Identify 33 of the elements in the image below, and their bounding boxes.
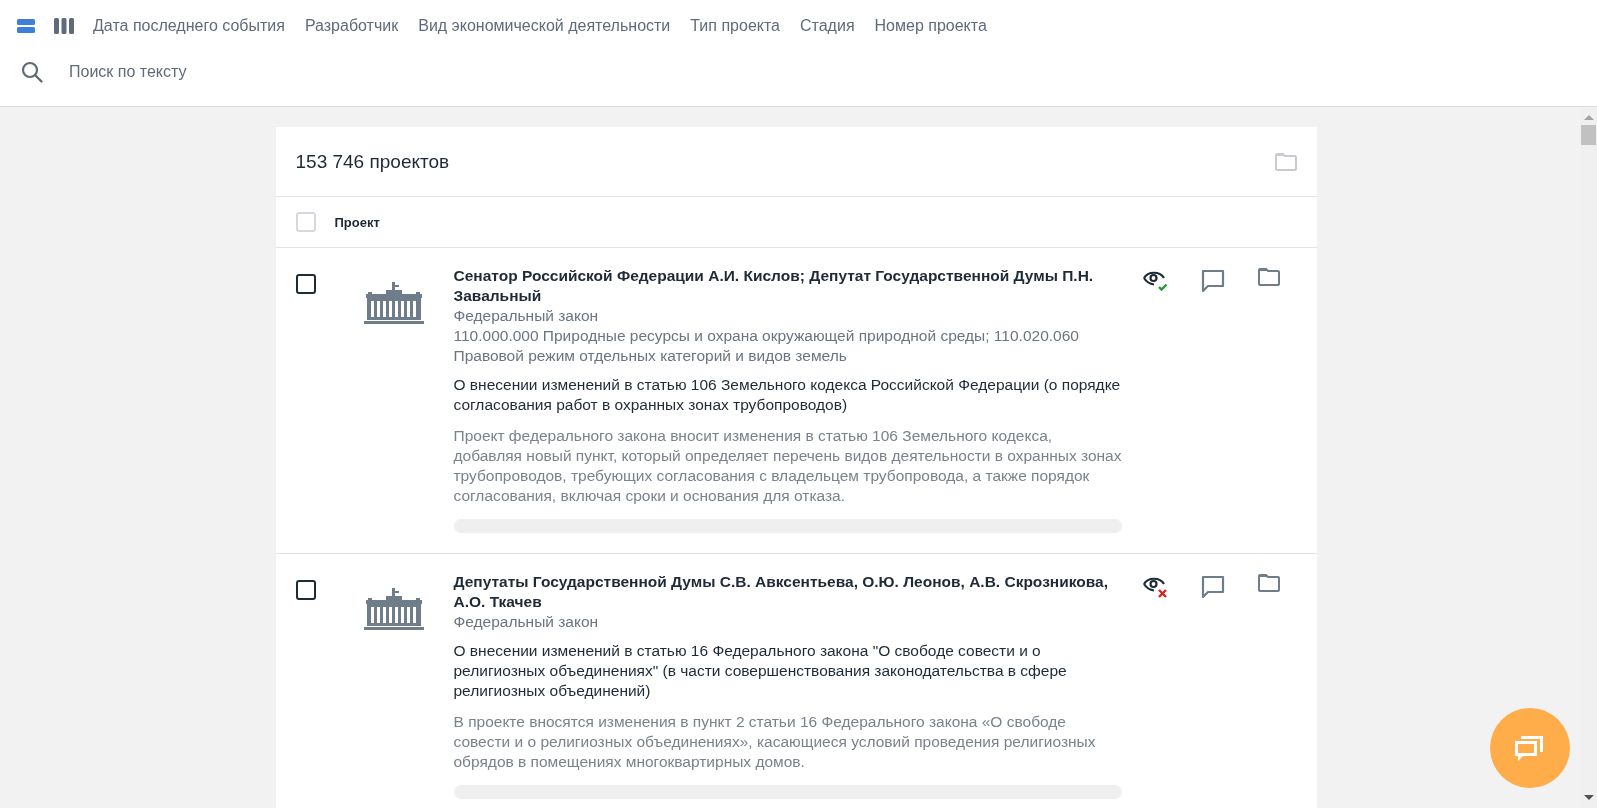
filter-link[interactable]: Вид экономической деятельности [418, 17, 671, 35]
project-title[interactable]: О внесении изменений в статью 106 Земельного кодекса Российской Федерации (о порядке согласования работ в охранных зонах трубопроводов) [453, 375, 1122, 415]
project-type: Федеральный закон [453, 612, 600, 632]
row-checkbox[interactable] [295, 580, 316, 600]
search-field[interactable]: Поиск по тексту [67, 62, 467, 82]
scroll-up-arrow-icon[interactable] [1583, 115, 1594, 120]
filter-link[interactable]: Дата последнего события [93, 17, 285, 35]
folder-icon[interactable] [1257, 574, 1280, 592]
row-checkbox[interactable] [295, 274, 316, 294]
project-summary: Проект федерального закона вносит изменения в статью 106 Земельного кодекса, добавляя новый пункт, который определяет перечень видов деятельности в охранных зонах трубопроводов, требующих согласования с владельцем трубопровода, а также порядок согласования, включая сроки и основания для отказа. [453, 426, 1122, 506]
scrollbar-thumb[interactable] [1581, 125, 1596, 145]
filter-link[interactable]: Разработчик [304, 17, 399, 35]
search-icon[interactable] [21, 61, 43, 83]
projects-count: 153 746 проектов [295, 150, 450, 173]
building-icon [363, 282, 424, 326]
developer-name[interactable]: Сенатор Российской Федерации А.И. Кислов; Депутат Государственной Думы П.Н. Завальный [453, 266, 1122, 306]
developer-name[interactable]: Депутаты Государственной Думы С.В. Авксентьева, О.Ю. Леонов, А.В. Скрозникова, А.О. Ткачев [453, 572, 1122, 612]
project-summary: В проекте вносятся изменения в пункт 2 статьи 16 Федерального закона «О свободе совести и о религиозных объединениях», касающиеся условий проведения религиозных обрядов в помещениях многоквартирных домов. [453, 712, 1097, 772]
folder-icon[interactable] [1257, 268, 1280, 286]
columns-view-icon[interactable] [54, 18, 74, 34]
select-all-checkbox[interactable] [295, 212, 316, 232]
column-header: Проект [334, 214, 380, 230]
filter-link[interactable]: Стадия [800, 17, 855, 35]
project-type: Федеральный закон [453, 306, 600, 326]
comment-icon[interactable] [1200, 268, 1225, 292]
filter-link[interactable]: Номер проекта [874, 17, 987, 35]
classifier-text: 110.000.000 Природные ресурсы и охрана окружающей природной среды; 110.020.060 Правовой режим отдельных категорий и видов земель [453, 326, 1080, 366]
list-view-icon[interactable] [17, 19, 35, 33]
comment-icon[interactable] [1200, 574, 1225, 598]
scroll-down-arrow-icon[interactable] [1583, 795, 1594, 800]
building-icon [363, 588, 424, 632]
project-title[interactable]: О внесении изменений в статью 16 Федерального закона "О свободе совести и о религиозных объединениях" (в части совершенствования законодательства в сфере религиозных объединений) [453, 641, 1122, 701]
filter-link[interactable]: Тип проекта [690, 17, 780, 35]
